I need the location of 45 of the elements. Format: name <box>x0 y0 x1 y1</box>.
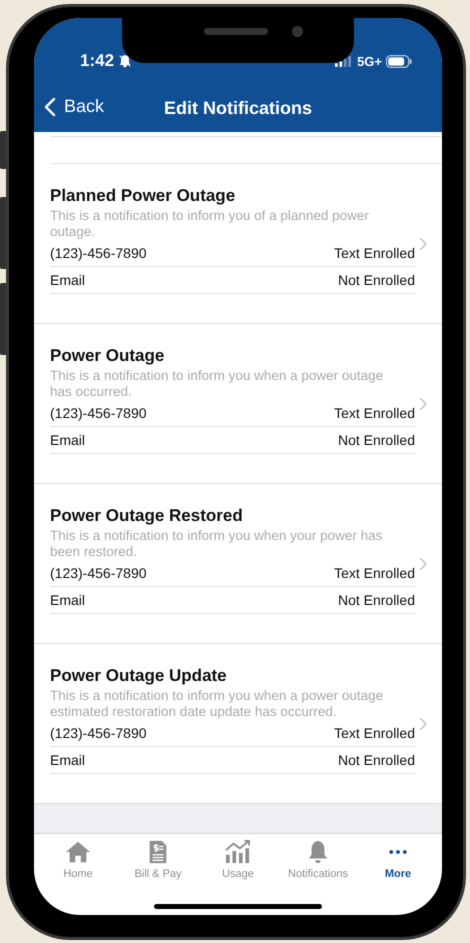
bell-slash-icon <box>118 54 132 68</box>
screen-title: Edit Notifications <box>164 98 312 118</box>
channel-label: Email <box>50 592 86 608</box>
chevron-right-icon <box>419 237 427 251</box>
channel-label: Email <box>50 272 86 288</box>
house-icon <box>65 840 91 864</box>
network-label: 5G+ <box>357 54 382 68</box>
enrollment-status: Text Enrolled <box>334 725 415 741</box>
enrollment-status: Text Enrolled <box>334 405 415 421</box>
speaker-icon <box>204 28 268 35</box>
notification-title: Power Outage <box>50 345 166 367</box>
notification-title: Power Outage Restored <box>50 505 244 527</box>
chevron-right-icon <box>419 557 427 571</box>
enrollment-status: Text Enrolled <box>334 245 415 261</box>
notification-item[interactable]: Power Outage This is a notification to inform you when a power outage has occurred. (123)-456-7890 Text Enrolled Email Not Enrolled <box>34 324 442 484</box>
tab-item[interactable]: More <box>358 840 438 880</box>
channel-label: (123)-456-7890 <box>50 725 147 741</box>
chevron-right-icon <box>419 397 427 411</box>
enrollment-status: Text Enrolled <box>334 565 415 581</box>
battery-icon <box>386 54 412 68</box>
channel-label: (123)-456-7890 <box>50 245 147 261</box>
enrollment-status: Not Enrolled <box>338 272 415 288</box>
bar-chart-icon <box>225 840 251 864</box>
notification-description: This is a notification to inform you when a power outage has occurred. <box>50 368 384 400</box>
enrollment-status: Not Enrolled <box>338 592 415 608</box>
notification-item[interactable]: Planned Power Outage This is a notification to inform you of a planned power outage. (123)-456-7890 Text Enrolled Email Not Enrolled <box>34 164 442 324</box>
chevron-right-icon <box>419 717 427 731</box>
notification-description: This is a notification to inform you when your power has been restored. <box>50 528 384 560</box>
notification-title: Planned Power Outage <box>50 185 236 207</box>
more-icon <box>388 849 408 855</box>
channel-label: (123)-456-7890 <box>50 405 147 421</box>
notification-item[interactable]: Power Outage Restored This is a notification to inform you when your power has been restored. (123)-456-7890 Text Enrolled Email Not Enrolled <box>34 484 442 644</box>
notification-description: This is a notification to inform you when a power outage estimated restoration date update has occurred. <box>50 688 384 720</box>
enrollment-status: Not Enrolled <box>338 752 415 768</box>
chevron-left-icon <box>44 96 56 116</box>
notification-description: This is a notification to inform you of a planned power outage. <box>50 208 370 240</box>
enrollment-status: Not Enrolled <box>338 432 415 448</box>
notification-title: Power Outage Update <box>50 665 228 687</box>
back-button[interactable]: Back <box>42 94 106 119</box>
channel-label: Email <box>50 432 86 448</box>
status-time: 1:42 <box>80 51 114 71</box>
signal-icon <box>335 56 352 66</box>
channel-label: (123)-456-7890 <box>50 565 147 581</box>
channel-label: Email <box>50 752 86 768</box>
camera-icon <box>292 26 303 37</box>
